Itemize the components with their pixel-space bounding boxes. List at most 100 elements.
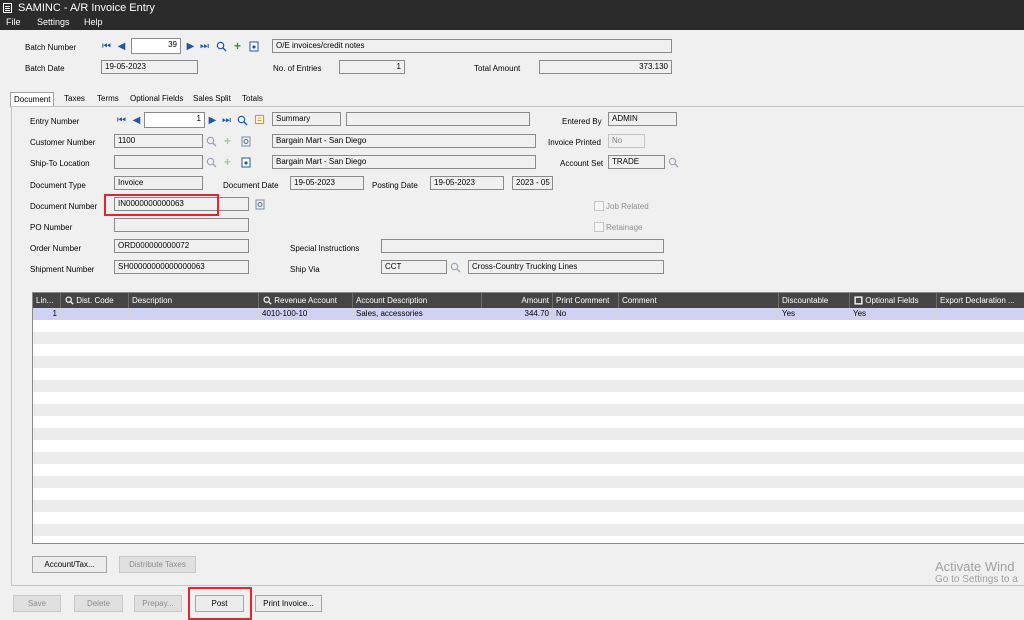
ship-via-field[interactable]: CCT (381, 260, 447, 274)
batch-finder-icon[interactable] (216, 41, 227, 52)
ship-via-finder-icon[interactable] (450, 262, 461, 273)
cell-print-comment[interactable]: No (553, 308, 619, 320)
first-record-icon[interactable]: ⏮ (101, 41, 112, 52)
entry-first-icon[interactable]: ⏮ (116, 115, 127, 126)
tab-terms[interactable]: Terms (94, 92, 122, 106)
account-tax-button[interactable]: Account/Tax... (32, 556, 107, 573)
tab-optional-fields[interactable]: Optional Fields (127, 92, 186, 106)
cell-dist-code[interactable] (61, 308, 129, 320)
batch-number-input[interactable]: 39 (131, 38, 181, 54)
save-button[interactable]: Save (13, 595, 61, 612)
empty-grid-row[interactable] (33, 380, 1024, 392)
document-date-field[interactable]: 19-05-2023 (290, 176, 364, 190)
tab-sales-split[interactable]: Sales Split (190, 92, 234, 106)
document-zoom-icon[interactable] (254, 199, 265, 210)
tab-totals[interactable]: Totals (239, 92, 266, 106)
column-header-export-declaration[interactable]: Export Declaration ... (937, 293, 1024, 308)
empty-grid-row[interactable] (33, 512, 1024, 524)
menu-help[interactable]: Help (84, 17, 103, 27)
account-set-finder-icon[interactable] (668, 157, 679, 168)
empty-grid-row[interactable] (33, 344, 1024, 356)
entry-description-field[interactable] (346, 112, 530, 126)
empty-grid-row[interactable] (33, 476, 1024, 488)
customer-number-field[interactable]: 1100 (114, 134, 203, 148)
empty-grid-row[interactable] (33, 392, 1024, 404)
empty-grid-row[interactable] (33, 416, 1024, 428)
document-number-field[interactable]: IN0000000000063 (114, 197, 249, 211)
entry-type-field[interactable]: Summary (272, 112, 341, 126)
cell-description[interactable] (129, 308, 259, 320)
new-customer-icon[interactable]: + (222, 135, 233, 147)
empty-grid-row[interactable] (33, 368, 1024, 380)
column-header-dist-code[interactable]: Dist. Code (61, 293, 129, 308)
empty-grid-row[interactable] (33, 524, 1024, 536)
column-header-optional-fields[interactable]: Optional Fields (850, 293, 937, 308)
column-header-print-comment[interactable]: Print Comment (553, 293, 619, 308)
prepay-button[interactable]: Prepay... (134, 595, 182, 612)
column-header-revenue-account[interactable]: Revenue Account (259, 293, 353, 308)
column-header-account-description[interactable]: Account Description (353, 293, 482, 308)
new-entry-icon[interactable] (254, 114, 265, 125)
order-number-field[interactable]: ORD000000000072 (114, 239, 249, 253)
cell-export-declaration[interactable] (937, 308, 1024, 320)
menu-settings[interactable]: Settings (37, 17, 70, 27)
empty-grid-row[interactable] (33, 356, 1024, 368)
empty-grid-row[interactable] (33, 500, 1024, 512)
batch-date-field[interactable]: 19-05-2023 (101, 60, 198, 74)
entry-previous-icon[interactable]: ◀ (131, 115, 142, 126)
empty-grid-row[interactable] (33, 488, 1024, 500)
ship-to-finder-icon[interactable] (206, 157, 217, 168)
column-header-comment[interactable]: Comment (619, 293, 779, 308)
column-header-description[interactable]: Description (129, 293, 259, 308)
detail-grid[interactable]: Lin... Dist. Code Description Revenue Ac… (32, 292, 1024, 544)
post-button[interactable]: Post (195, 595, 244, 612)
empty-grid-row[interactable] (33, 464, 1024, 476)
delete-button[interactable]: Delete (74, 595, 123, 612)
previous-record-icon[interactable]: ◀ (116, 41, 127, 52)
last-record-icon[interactable]: ⏭ (199, 41, 210, 52)
new-batch-icon[interactable]: + (232, 40, 243, 52)
document-type-select[interactable]: Invoice (114, 176, 203, 190)
print-invoice-button[interactable]: Print Invoice... (255, 595, 322, 612)
cell-amount[interactable]: 344.70 (482, 308, 553, 320)
customer-zoom-icon[interactable] (240, 136, 251, 147)
posting-date-field[interactable]: 19-05-2023 (430, 176, 504, 190)
distribute-taxes-button[interactable]: Distribute Taxes (119, 556, 196, 573)
column-header-discountable[interactable]: Discountable (779, 293, 850, 308)
next-record-icon[interactable]: ▶ (185, 41, 196, 52)
ship-to-location-field[interactable] (114, 155, 203, 169)
cell-account-description[interactable]: Sales, accessories (353, 308, 482, 320)
account-set-field[interactable]: TRADE (608, 155, 665, 169)
menu-file[interactable]: File (6, 17, 21, 27)
column-header-line[interactable]: Lin... (33, 293, 61, 308)
fiscal-period-field[interactable]: 2023 - 05 (512, 176, 553, 190)
empty-grid-row[interactable] (33, 440, 1024, 452)
cell-discountable[interactable]: Yes (779, 308, 850, 320)
po-number-field[interactable] (114, 218, 249, 232)
shipment-number-field[interactable]: SH00000000000000063 (114, 260, 249, 274)
empty-grid-row[interactable] (33, 428, 1024, 440)
cell-revenue-account[interactable]: 4010-100-10 (259, 308, 353, 320)
special-instructions-field[interactable] (381, 239, 664, 253)
entry-last-icon[interactable]: ⏭ (221, 115, 232, 126)
cell-optional-fields[interactable]: Yes (850, 308, 937, 320)
customer-finder-icon[interactable] (206, 136, 217, 147)
cell-comment[interactable] (619, 308, 779, 320)
empty-grid-row[interactable] (33, 320, 1024, 332)
job-related-checkbox[interactable] (594, 201, 604, 211)
retainage-checkbox[interactable] (594, 222, 604, 232)
entry-next-icon[interactable]: ▶ (207, 115, 218, 126)
tab-document[interactable]: Document (10, 92, 55, 107)
entry-number-input[interactable]: 1 (144, 112, 205, 128)
tab-taxes[interactable]: Taxes (61, 92, 88, 106)
ship-to-info-icon[interactable] (240, 157, 251, 168)
column-header-amount[interactable]: Amount (482, 293, 553, 308)
empty-grid-row[interactable] (33, 332, 1024, 344)
entry-finder-icon[interactable] (237, 115, 248, 126)
batch-description-field[interactable]: O/E invoices/credit notes (272, 39, 672, 53)
cell-line[interactable]: 1 (33, 308, 61, 320)
empty-grid-row[interactable] (33, 404, 1024, 416)
new-ship-to-icon[interactable]: + (222, 156, 233, 168)
batch-info-icon[interactable] (248, 41, 259, 52)
empty-grid-row[interactable] (33, 452, 1024, 464)
